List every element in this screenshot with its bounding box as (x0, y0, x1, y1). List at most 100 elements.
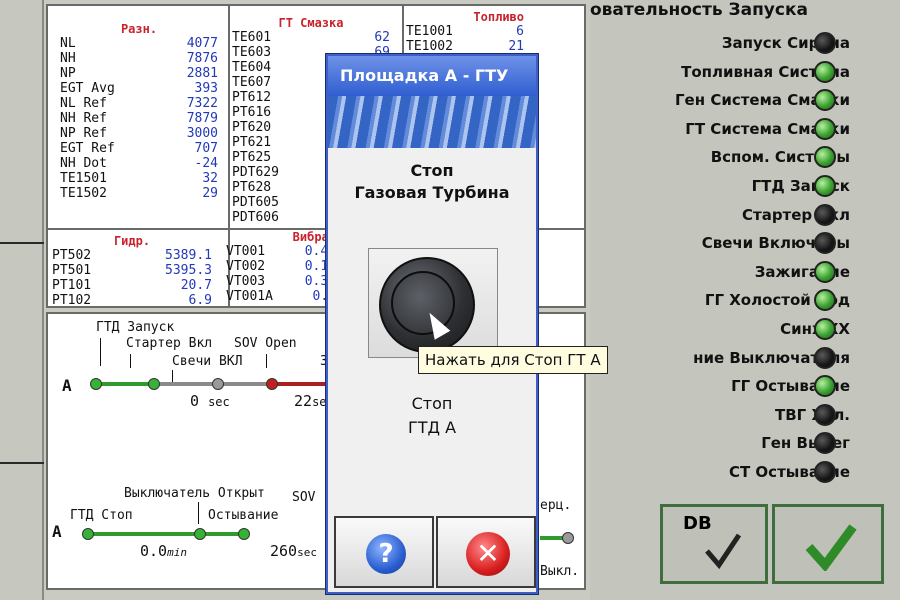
help-button[interactable]: ? (334, 516, 434, 588)
timer-unit: sec (208, 395, 230, 409)
param-value: 7876 (186, 51, 218, 66)
param-value: -24 (194, 156, 218, 171)
hmi-screen: Разн. NL 4077 NH 7876 NP 2881 EGT Avg 393 NL Ref… (0, 0, 900, 600)
param-name: PT621 (232, 135, 272, 150)
gtd-stop-label: ГТД Стоп (70, 508, 133, 523)
divider (172, 370, 173, 382)
param-value: 5389.1 (165, 248, 212, 263)
breaker-open-label: Выключатель Открыт (124, 486, 265, 501)
left-nav-strip (0, 0, 44, 600)
timer-unit: sec (297, 546, 317, 559)
dialog-heading: Стоп Газовая Турбина (328, 160, 536, 204)
close-button[interactable]: ✕ (436, 516, 536, 588)
section-vib: Вибрац VT001 0.47 VT002 0.14 VT003 0.32 VT001A… (226, 230, 336, 304)
step-dot (266, 378, 278, 390)
param-name: PDT629 (232, 165, 279, 180)
divider (100, 338, 101, 366)
param-value: 62 (374, 30, 390, 45)
timer-value: 0.0 (140, 542, 168, 560)
row-b-label: A (52, 522, 62, 541)
progress-track-active (272, 382, 328, 386)
param-name: VT001A (226, 289, 273, 304)
param-row: NH 7876 (60, 51, 218, 66)
param-name: PT616 (232, 105, 272, 120)
dialog-heading-line1: Стоп (410, 161, 454, 180)
param-name: PT620 (232, 120, 272, 135)
param-row: VT002 0.14 (226, 259, 336, 274)
param-name: TE1001 (406, 24, 453, 39)
starter-on-label: Стартер Вкл (126, 336, 213, 351)
param-name: NH (60, 51, 76, 66)
stop-knob-button[interactable] (368, 248, 498, 358)
param-name: NH Dot (60, 156, 107, 171)
param-value: 32 (202, 171, 218, 186)
db-confirm-button[interactable]: DB (660, 504, 768, 584)
param-value: 2881 (186, 66, 218, 81)
param-row: VT001A 0.3 (226, 289, 336, 304)
param-row: VT003 0.32 (226, 274, 336, 289)
tooltip: Нажать для Стоп ГТ А (418, 346, 608, 374)
param-value: 4077 (186, 36, 218, 51)
param-row: PT502 5389.1 (52, 248, 212, 263)
section-title: Вибрац (292, 230, 336, 244)
step-dot (90, 378, 102, 390)
param-name: PDT606 (232, 210, 279, 225)
param-row: TE601 62 (232, 30, 390, 45)
param-name: NL (60, 36, 76, 51)
section-title: Разн. (120, 22, 158, 36)
param-name: NH Ref (60, 111, 107, 126)
timer-unit: min (167, 546, 187, 559)
divider (198, 502, 199, 524)
status-lamp-icon (814, 260, 836, 283)
dialog-target-line2: ГТД А (407, 418, 457, 437)
section-title: Гидр. (113, 234, 151, 248)
param-row: PT102 6.9 (52, 293, 212, 308)
timer-value: 22 (294, 392, 313, 410)
step-dot (148, 378, 160, 390)
rotation-label: ерц. (540, 498, 572, 513)
plugs-on-label: Свечи ВКЛ (172, 354, 243, 369)
param-name: NP (60, 66, 76, 81)
param-row: TE1501 32 (60, 171, 218, 186)
panel-title: овательность Запуска (590, 0, 808, 20)
checkmark-icon (805, 524, 857, 571)
status-lamp-icon (814, 461, 836, 483)
param-row: NH Dot -24 (60, 156, 218, 171)
step-dot (238, 528, 250, 540)
stop-turbine-dialog: Площадка А - ГТУ Стоп Газовая Турбина Ст… (326, 54, 538, 594)
section-hydr: Гидр. PT502 5389.1 PT501 5395.3 PT101 20.7 PT1… (52, 234, 212, 308)
param-name: TE601 (232, 30, 272, 45)
param-name: TE604 (232, 60, 272, 75)
status-lamp-icon (814, 117, 836, 140)
param-row: EGT Ref 707 (60, 141, 218, 156)
timer-22: 22se (294, 392, 327, 410)
param-name: PT625 (232, 150, 272, 165)
param-name: TE607 (232, 75, 272, 90)
param-value: 7879 (186, 111, 218, 126)
param-value: 21 (508, 39, 524, 54)
timer-00: 0.0min (140, 542, 187, 560)
param-name: EGT Avg (60, 81, 115, 96)
divider (0, 462, 44, 464)
dialog-title: Площадка А - ГТУ (328, 56, 536, 96)
param-row: NL 4077 (60, 36, 218, 51)
divider (266, 354, 267, 368)
param-name: PDT605 (232, 195, 279, 210)
gtd-start-label: ГТД Запуск (96, 320, 175, 335)
section-title: Топливо (473, 10, 524, 24)
param-name: PT101 (52, 278, 92, 293)
param-row: VT001 0.47 (226, 244, 336, 259)
dialog-target: Стоп ГТД А (328, 392, 536, 440)
param-name: PT102 (52, 293, 92, 308)
section-fuel: Топливо TE1001 6 TE1002 21 (406, 10, 524, 54)
ok-button[interactable] (772, 504, 884, 584)
step-dot (212, 378, 224, 390)
param-name: PT628 (232, 180, 272, 195)
param-value: 20.7 (180, 278, 212, 293)
param-name: PT612 (232, 90, 272, 105)
checkmark-icon (705, 533, 742, 570)
param-row: NP 2881 (60, 66, 218, 81)
param-row: PT101 20.7 (52, 278, 212, 293)
param-value: 7322 (186, 96, 218, 111)
divider (130, 354, 131, 368)
